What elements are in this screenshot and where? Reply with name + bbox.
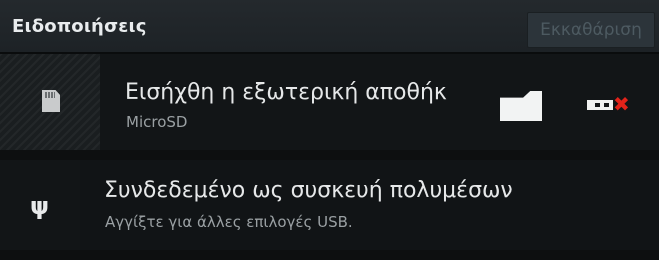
- usb-icon: ψ: [30, 192, 50, 220]
- notification-icon-cell: ψ: [0, 160, 80, 250]
- eject-bar: [587, 100, 613, 110]
- notifications-header: Ειδοποιήσεις Εκκαθάριση: [0, 0, 659, 54]
- header-title: Ειδοποιήσεις: [12, 16, 147, 37]
- folder-icon[interactable]: [500, 91, 542, 121]
- eject-x-icon: ✖: [613, 92, 630, 116]
- notification-title: Συνδεδεμένο ως συσκευή πολυμέσων: [104, 178, 513, 203]
- clear-all-button[interactable]: Εκκαθάριση: [527, 12, 655, 48]
- eject-icon[interactable]: ✖: [587, 92, 630, 116]
- notification-subtitle: Αγγίξτε για άλλες επιλογές USB.: [105, 213, 353, 231]
- notification-icon-cell: [0, 54, 100, 150]
- sd-card-icon: [42, 90, 60, 112]
- notification-subtitle: MicroSD: [126, 113, 188, 131]
- notification-title: Εισήχθη η εξωτερική αποθήκ: [125, 80, 447, 105]
- notification-sd-card[interactable]: Εισήχθη η εξωτερική αποθήκ MicroSD ✖: [0, 54, 659, 150]
- notification-usb[interactable]: ψ Συνδεδεμένο ως συσκευή πολυμέσων Αγγίξ…: [0, 160, 659, 250]
